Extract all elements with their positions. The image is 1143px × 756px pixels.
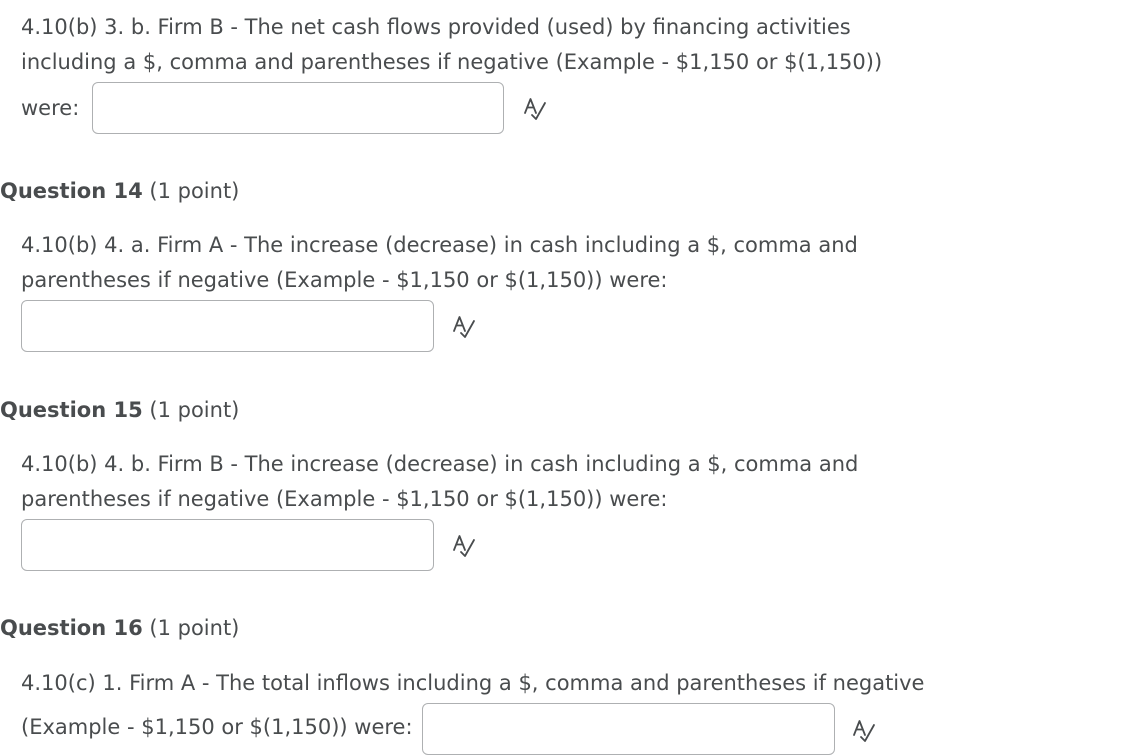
question-14-heading: Question 14 (1 point) <box>0 178 239 204</box>
question-13-text-line-1: 4.10(b) 3. b. Firm B - The net cash flow… <box>21 15 851 39</box>
question-14-text-line-1: 4.10(b) 4. a. Firm A - The increase (dec… <box>21 233 858 257</box>
question-13-answer-input[interactable] <box>92 82 504 134</box>
question-15-text-line-1: 4.10(b) 4. b. Firm B - The increase (dec… <box>21 452 859 476</box>
question-16-heading: Question 16 (1 point) <box>0 615 239 641</box>
question-15-answer-input[interactable] <box>21 519 434 571</box>
spellcheck-icon[interactable] <box>851 717 877 743</box>
spellcheck-icon[interactable] <box>451 313 477 339</box>
question-13-text-line-2: including a $, comma and parentheses if … <box>21 50 883 74</box>
question-16-answer-input[interactable] <box>422 703 835 755</box>
question-13-text-line-3: were: <box>21 96 80 120</box>
question-14-points: (1 point) <box>149 179 240 203</box>
question-16-points: (1 point) <box>149 616 240 640</box>
spellcheck-icon[interactable] <box>522 95 548 121</box>
question-16-text-line-1: 4.10(c) 1. Firm A - The total inflows in… <box>21 671 925 695</box>
question-14-number: Question 14 <box>0 179 143 203</box>
question-16-text-line-2: (Example - $1,150 or $(1,150)) were: <box>21 715 413 739</box>
question-14-text-line-2: parentheses if negative (Example - $1,15… <box>21 268 668 292</box>
quiz-page: 4.10(b) 3. b. Firm B - The net cash flow… <box>0 0 1143 756</box>
question-15-text-line-2: parentheses if negative (Example - $1,15… <box>21 487 668 511</box>
question-14-answer-input[interactable] <box>21 300 434 352</box>
question-15-points: (1 point) <box>149 398 240 422</box>
question-16-number: Question 16 <box>0 616 143 640</box>
question-15-heading: Question 15 (1 point) <box>0 397 239 423</box>
spellcheck-icon[interactable] <box>451 532 477 558</box>
question-15-number: Question 15 <box>0 398 143 422</box>
